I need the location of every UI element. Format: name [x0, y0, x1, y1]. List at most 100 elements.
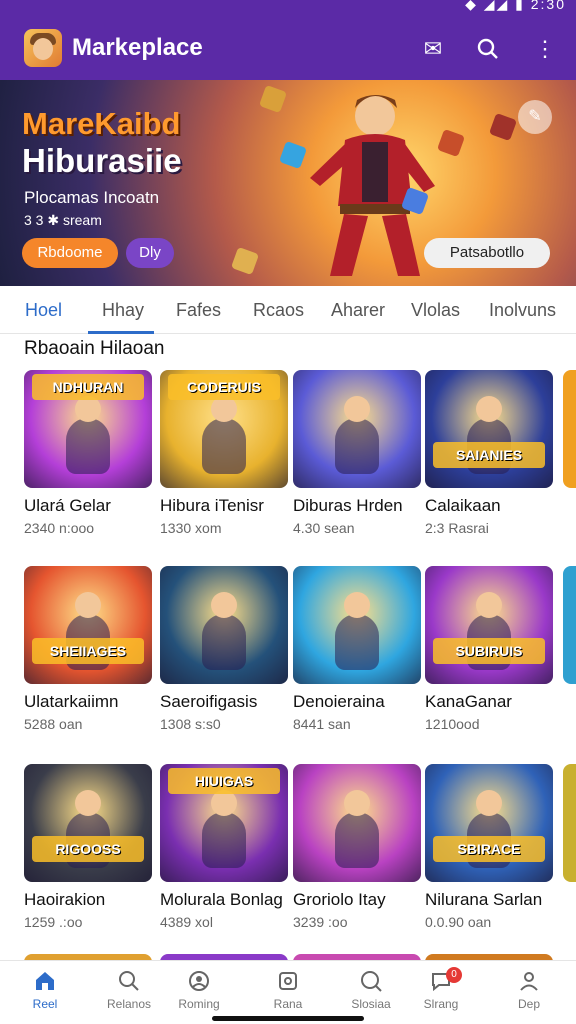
game-card[interactable]: SBIRACE Nilurana Sarlan 0.0.90 oan [425, 764, 553, 930]
nav-item-3[interactable]: Rana [247, 967, 329, 1011]
app-logo [24, 29, 62, 67]
search-icon[interactable] [471, 32, 505, 66]
game-thumbnail[interactable] [293, 370, 421, 488]
hero-banner[interactable]: MareKaibd Hiburasiie Plocamas Incoatn 3 … [0, 80, 576, 286]
game-card[interactable]: Denoieraina 8441 san [293, 566, 421, 732]
nav-label: Reel [32, 997, 58, 1011]
game-title-art: SAIANIES [433, 442, 545, 468]
game-thumbnail[interactable]: SHEIIAGES [24, 566, 152, 684]
game-card[interactable]: SUBIRUIS KanaGanar 1210ood [425, 566, 553, 732]
more-icon[interactable]: ⋮ [528, 32, 562, 66]
tab-2[interactable]: Fafes [176, 300, 221, 321]
game-card[interactable]: SAIANIES Calaikaan 2:3 Rasrai [425, 370, 553, 536]
game-meta: 2:3 Rasrai [425, 520, 489, 536]
game-name: Molurala Bonlag [160, 890, 283, 909]
shop-icon [247, 967, 329, 995]
game-title-art: HIUIGAS [168, 768, 280, 794]
tab-5[interactable]: Vlolas [411, 300, 460, 321]
game-name: Denoieraina [293, 692, 385, 711]
game-thumbnail[interactable]: HIUIGAS [160, 764, 288, 882]
game-card[interactable]: HIUIGAS Molurala Bonlag 4389 xol [160, 764, 288, 930]
game-thumbnail[interactable] [293, 566, 421, 684]
game-name: Saeroifigasis [160, 692, 258, 711]
game-thumbnail[interactable]: NDHURAN [24, 370, 152, 488]
hero-subtitle-large: Hiburasiie [22, 142, 182, 179]
category-tabs: Hoel Hhay Fafes Rcaos Aharer Vlolas Inol… [0, 286, 576, 334]
home-indicator [212, 1016, 364, 1021]
nav-label: Slrang [423, 997, 459, 1011]
nav-item-home[interactable]: Reel [4, 967, 86, 1011]
game-thumbnail[interactable] [293, 764, 421, 882]
game-title-art: SUBIRUIS [433, 638, 545, 664]
chat-icon [400, 967, 482, 995]
game-card[interactable]: NDHURAN Ulará Gelar 2340 n:ooo [24, 370, 152, 536]
hero-secondary-button[interactable]: Dly [126, 238, 174, 268]
edit-icon[interactable]: ✎ [518, 100, 552, 134]
game-meta: 8441 san [293, 716, 351, 732]
game-thumbnail[interactable]: SBIRACE [425, 764, 553, 882]
game-thumbnail[interactable]: CODERUIS [160, 370, 288, 488]
game-name: Ulará Gelar [24, 496, 111, 515]
status-time: 2:30 [530, 0, 566, 12]
game-meta: 1308 s:s0 [160, 716, 221, 732]
game-thumbnail[interactable]: RIGOOSS [24, 764, 152, 882]
nav-label: Rana [273, 997, 303, 1011]
user-icon [488, 967, 570, 995]
game-thumbnail[interactable] [160, 566, 288, 684]
game-meta: 3239 :oo [293, 914, 348, 930]
hero-primary-button[interactable]: Rbdoome [22, 238, 118, 268]
game-name: KanaGanar [425, 692, 512, 711]
game-meta: 2340 n:ooo [24, 520, 95, 536]
game-thumbnail[interactable]: SAIANIES [425, 370, 553, 488]
game-name: Groriolo Itay [293, 890, 386, 909]
status-icons: ◆ ◢◢ ▮ 2:30 [465, 0, 566, 13]
game-meta: 4.30 sean [293, 520, 355, 536]
game-card[interactable]: Groriolo Itay 3239 :oo [293, 764, 421, 930]
home-icon [4, 967, 86, 995]
bottom-navigation: Reel Relanos Roming Rana Slosiaa 0 Slran… [0, 960, 576, 1024]
status-bar: ◆ ◢◢ ▮ 2:30 [0, 0, 576, 18]
nav-item-2[interactable]: Roming [158, 967, 240, 1011]
game-name: Calaikaan [425, 496, 501, 515]
game-thumbnail[interactable]: SUBIRUIS [425, 566, 553, 684]
game-card[interactable]: RIGOOSS Haoirakion 1259 .:oo [24, 764, 152, 930]
game-name: Hibura iTenisr [160, 496, 264, 515]
app-bar: Markeplace ✉ ⋮ [0, 18, 576, 80]
next-card-peek[interactable] [563, 566, 576, 684]
app-title: Markeplace [72, 34, 203, 61]
section-title: Rbaoain Hilaoan [24, 338, 165, 359]
tab-0[interactable]: Hoel [25, 300, 62, 321]
next-card-peek[interactable] [563, 764, 576, 882]
nav-item-5[interactable]: 0 Slrang [400, 967, 482, 1011]
tab-6[interactable]: Inolvuns [489, 300, 556, 321]
game-title-art: NDHURAN [32, 374, 144, 400]
nav-label: Dep [517, 997, 540, 1011]
mail-icon[interactable]: ✉ [416, 32, 450, 66]
tab-indicator [88, 331, 154, 334]
game-card[interactable]: Diburas Hrden 4.30 sean [293, 370, 421, 536]
game-card[interactable]: CODERUIS Hibura iTenisr 1330 xom [160, 370, 288, 536]
profile-icon [158, 967, 240, 995]
nav-item-6[interactable]: Dep [488, 967, 570, 1011]
game-title-art: SHEIIAGES [32, 638, 144, 664]
game-name: Ulatarkaiimn [24, 692, 119, 711]
game-meta: 0.0.90 oan [425, 914, 492, 930]
next-card-peek[interactable] [563, 370, 576, 488]
game-name: Haoirakion [24, 890, 106, 909]
nav-label: Roming [178, 997, 220, 1011]
hero-title: MareKaibd [22, 106, 181, 141]
game-meta: 1259 .:oo [24, 914, 83, 930]
tab-4[interactable]: Aharer [331, 300, 385, 321]
notification-badge: 0 [446, 967, 462, 983]
hero-description: Plocamas Incoatn [24, 188, 160, 207]
game-card[interactable]: Saeroifigasis 1308 s:s0 [160, 566, 288, 732]
game-meta: 4389 xol [160, 914, 213, 930]
game-title-art: SBIRACE [433, 836, 545, 862]
tab-3[interactable]: Rcaos [253, 300, 304, 321]
game-meta: 5288 oan [24, 716, 83, 732]
hero-action-button[interactable]: Patsabotllo [424, 238, 550, 268]
game-card[interactable]: SHEIIAGES Ulatarkaiimn 5288 oan [24, 566, 152, 732]
game-meta: 1210ood [425, 716, 480, 732]
tab-1[interactable]: Hhay [102, 300, 144, 321]
hero-meta: 3 3 ✱ sream [24, 212, 102, 228]
